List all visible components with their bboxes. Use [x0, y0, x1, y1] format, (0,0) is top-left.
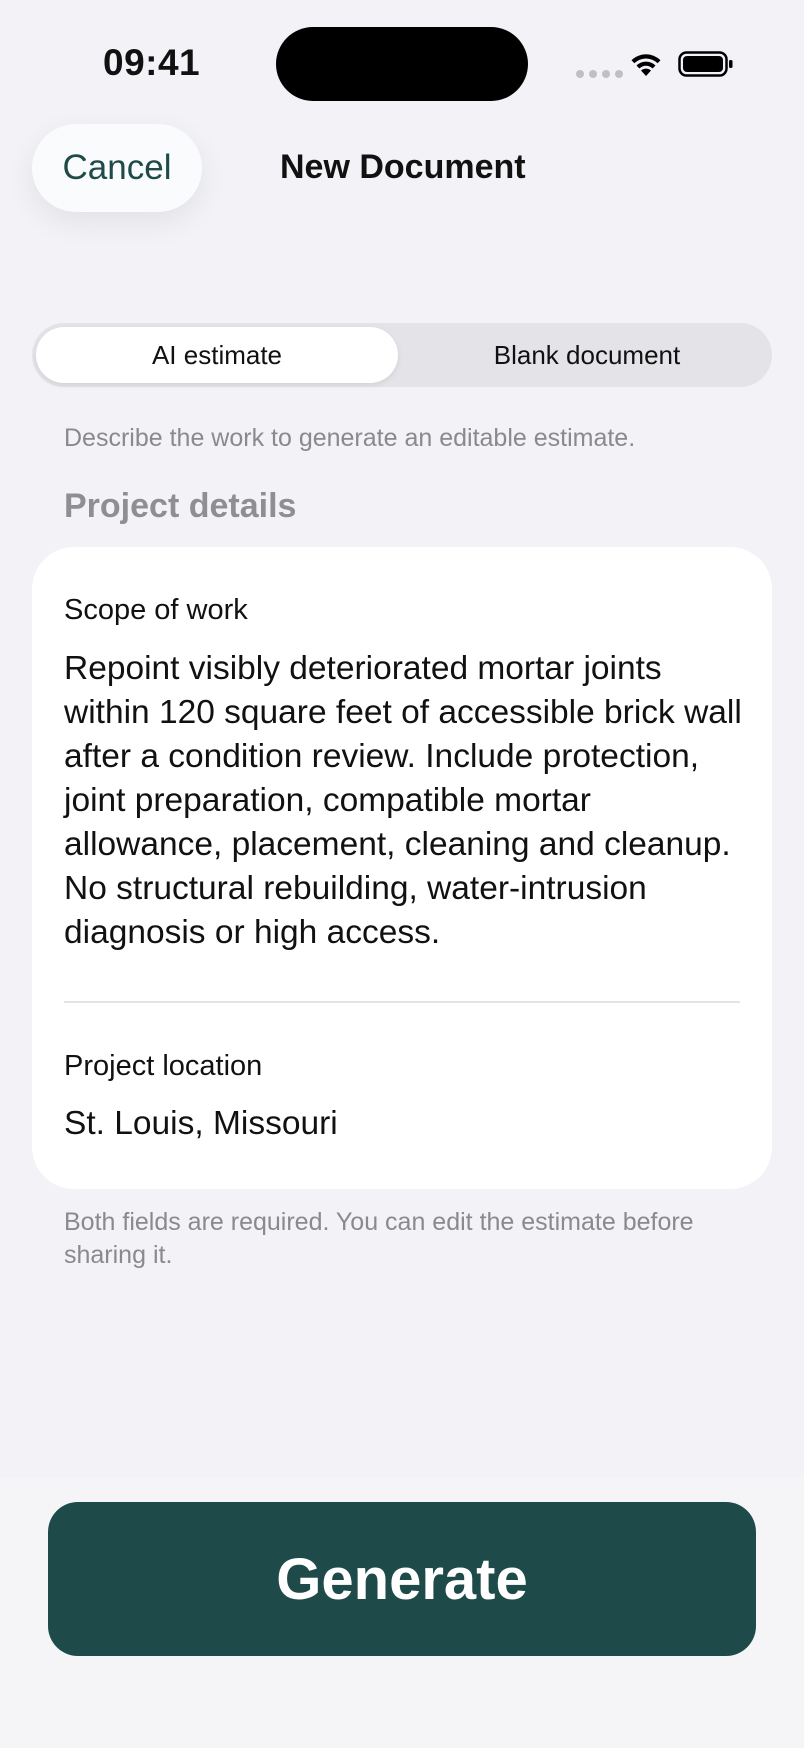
- hint-text: Describe the work to generate an editabl…: [64, 424, 636, 452]
- document-type-segmented-control: AI estimate Blank document: [32, 323, 772, 387]
- project-location-field[interactable]: St. Louis, Missouri: [64, 1105, 338, 1143]
- divider: [64, 1001, 740, 1003]
- dynamic-island: [276, 27, 528, 101]
- scope-of-work-label: Scope of work: [64, 594, 248, 626]
- cancel-button[interactable]: Cancel: [32, 124, 202, 212]
- wifi-icon: [631, 54, 661, 76]
- project-details-card: Scope of work Repoint visibly deteriorat…: [32, 547, 772, 1189]
- section-title: Project details: [64, 487, 297, 525]
- segment-blank-document[interactable]: Blank document: [406, 327, 768, 383]
- status-time: 09:41: [103, 42, 201, 83]
- segment-ai-estimate[interactable]: AI estimate: [36, 327, 398, 383]
- project-location-label: Project location: [64, 1050, 263, 1082]
- signal-dots-icon: [576, 70, 623, 78]
- scope-of-work-field[interactable]: Repoint visibly deteriorated mortar join…: [64, 647, 754, 955]
- battery-icon: [678, 51, 733, 77]
- footnote-text: Both fields are required. You can edit t…: [64, 1208, 694, 1269]
- generate-button[interactable]: Generate: [48, 1502, 756, 1656]
- page-title: New Document: [280, 148, 526, 186]
